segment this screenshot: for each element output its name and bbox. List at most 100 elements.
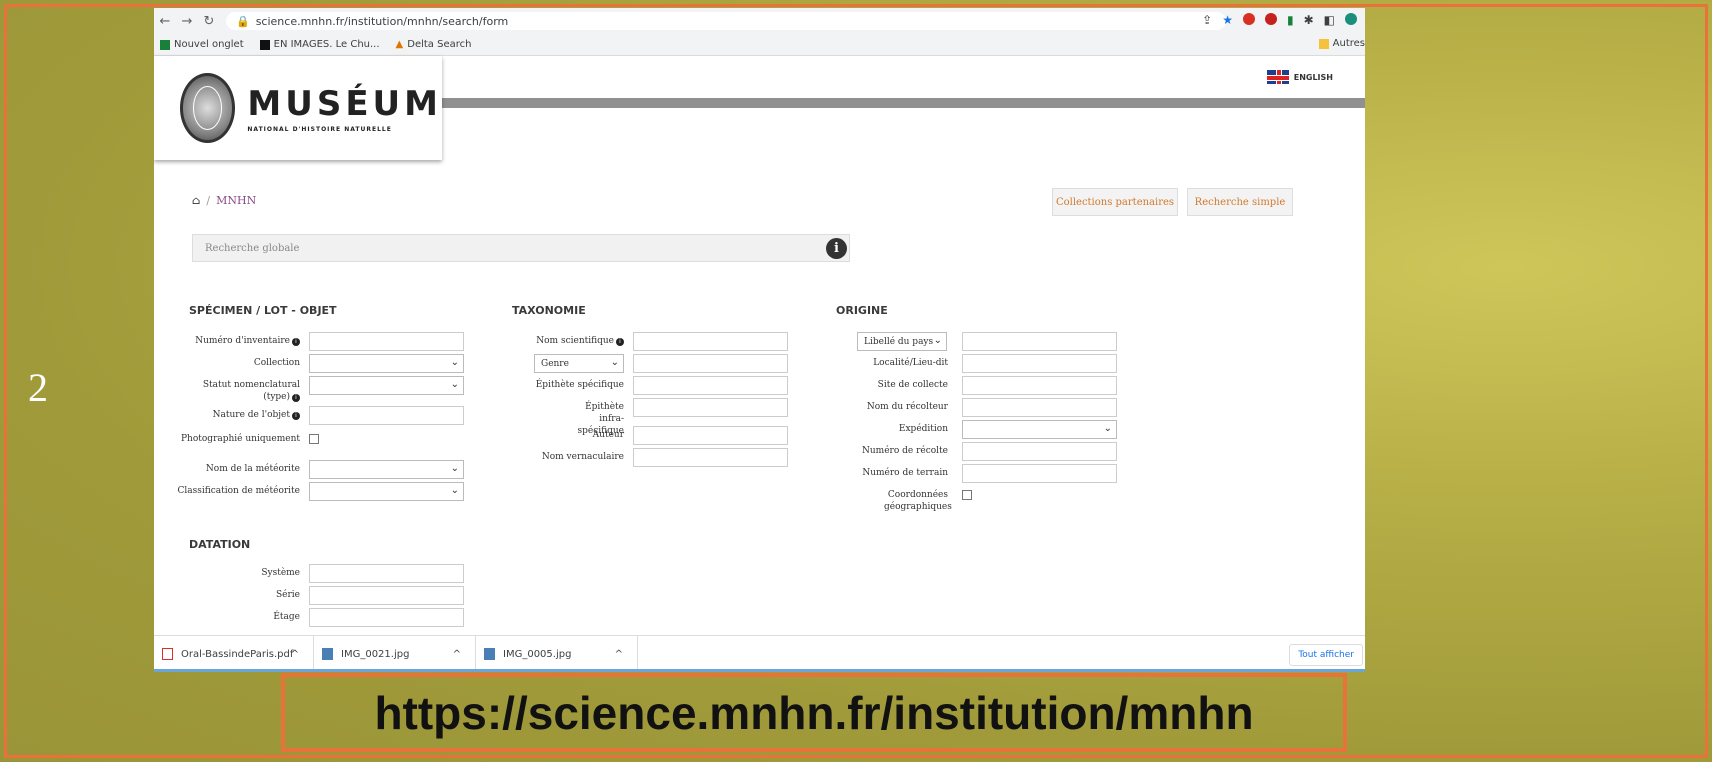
photographed-checkbox[interactable] bbox=[309, 434, 319, 444]
chevron-up-icon[interactable]: ^ bbox=[453, 649, 461, 660]
specific-epithet-label: Épithète spécifique bbox=[535, 380, 624, 390]
share-icon[interactable]: ⇪ bbox=[1202, 13, 1212, 27]
image-icon bbox=[322, 648, 333, 660]
collection-label: Collection bbox=[253, 358, 300, 368]
profile-avatar[interactable] bbox=[1345, 13, 1357, 25]
genus-row: Genre ⌄ bbox=[534, 354, 788, 373]
reload-icon[interactable]: ↻ bbox=[198, 14, 220, 29]
url-caption: https://science.mnhn.fr/institution/mnhn bbox=[281, 673, 1347, 752]
system-input[interactable] bbox=[309, 564, 464, 583]
collection-row: Collection ⌄ bbox=[174, 354, 464, 373]
logo-subtitle: NATIONAL D'HISTOIRE NATURELLE bbox=[247, 125, 392, 133]
inventory-number-input[interactable] bbox=[309, 332, 464, 351]
extension-adblock-icon[interactable] bbox=[1264, 13, 1277, 25]
harvest-number-label: Numéro de récolte bbox=[862, 446, 948, 456]
museum-logo[interactable]: MUSÉUM NATIONAL D'HISTOIRE NATURELLE bbox=[154, 56, 442, 160]
home-icon[interactable]: ⌂ bbox=[192, 194, 200, 207]
downloads-bar: Oral-BassindeParis.pdf ^ IMG_0021.jpg ^ … bbox=[154, 635, 1365, 669]
collection-site-input[interactable] bbox=[962, 376, 1117, 395]
collection-site-row: Site de collecte bbox=[814, 376, 1117, 395]
url-field[interactable]: 🔒 science.mnhn.fr/institution/mnhn/searc… bbox=[226, 12, 1226, 30]
collector-name-input[interactable] bbox=[962, 398, 1117, 417]
slide-number: 2 bbox=[28, 365, 48, 410]
chevron-down-icon: ⌄ bbox=[610, 357, 619, 368]
bookmark-item[interactable]: ▲ Delta Search bbox=[396, 39, 472, 50]
country-input[interactable] bbox=[962, 332, 1117, 351]
nomenclature-status-select[interactable]: ⌄ bbox=[309, 376, 464, 395]
language-switch[interactable]: ENGLISH bbox=[1266, 70, 1333, 84]
collection-select[interactable]: ⌄ bbox=[309, 354, 464, 373]
harvest-number-row: Numéro de récolte bbox=[814, 442, 1117, 461]
locality-row: Localité/Lieu-dit bbox=[814, 354, 1117, 373]
pdf-icon bbox=[162, 648, 173, 660]
breadcrumb-current[interactable]: MNHN bbox=[216, 194, 256, 207]
author-label: Auteur bbox=[592, 430, 624, 440]
rank-select[interactable]: Genre ⌄ bbox=[534, 354, 624, 373]
stage-label: Étage bbox=[273, 612, 300, 622]
meteorite-classification-label: Classification de météorite bbox=[177, 486, 300, 496]
chevron-down-icon: ⌄ bbox=[450, 463, 459, 474]
collector-name-label: Nom du récolteur bbox=[866, 402, 948, 412]
chevron-down-icon: ⌄ bbox=[450, 357, 459, 368]
seal-icon bbox=[180, 73, 236, 143]
header-band bbox=[432, 98, 1365, 108]
info-icon[interactable]: i bbox=[292, 394, 300, 402]
extension-red-icon[interactable] bbox=[1242, 13, 1255, 25]
info-icon[interactable]: i bbox=[826, 238, 847, 259]
geo-coordinates-checkbox[interactable] bbox=[962, 490, 972, 500]
meteorite-name-select[interactable]: ⌄ bbox=[309, 460, 464, 479]
expedition-row: Expédition ⌄ bbox=[814, 420, 1117, 439]
bookmarks-bar: Nouvel onglet EN IMAGES. Le Chu... ▲ Del… bbox=[154, 34, 1365, 56]
info-icon[interactable]: i bbox=[616, 338, 624, 346]
specific-epithet-row: Épithète spécifique bbox=[484, 376, 788, 395]
author-row: Auteur bbox=[484, 426, 788, 445]
sidepanel-icon[interactable]: ◧ bbox=[1324, 13, 1335, 27]
section-origin-title: ORIGINE bbox=[836, 304, 888, 317]
field-number-row: Numéro de terrain bbox=[814, 464, 1117, 483]
meteorite-classification-select[interactable]: ⌄ bbox=[309, 482, 464, 501]
download-item[interactable]: IMG_0021.jpg ^ bbox=[314, 635, 476, 669]
partner-collections-button[interactable]: Collections partenaires bbox=[1052, 188, 1178, 216]
photographed-row: Photographié uniquement bbox=[174, 430, 319, 445]
lock-icon: 🔒 bbox=[236, 14, 250, 28]
info-icon[interactable]: i bbox=[292, 412, 300, 420]
series-label: Série bbox=[276, 590, 300, 600]
chevron-up-icon[interactable]: ^ bbox=[615, 649, 623, 660]
specific-epithet-input[interactable] bbox=[633, 376, 788, 395]
info-icon[interactable]: i bbox=[292, 338, 300, 346]
global-search-input[interactable]: Recherche globale i bbox=[192, 234, 850, 262]
stage-input[interactable] bbox=[309, 608, 464, 627]
infraspecific-epithet-input[interactable] bbox=[633, 398, 788, 417]
object-nature-input[interactable] bbox=[309, 406, 464, 425]
download-item[interactable]: Oral-BassindeParis.pdf ^ bbox=[154, 635, 314, 669]
star-icon[interactable]: ★ bbox=[1222, 13, 1233, 27]
chevron-down-icon: ⌄ bbox=[450, 485, 459, 496]
forward-icon[interactable]: → bbox=[176, 14, 198, 29]
geo-coordinates-row: Coordonnées géographiques bbox=[814, 486, 972, 513]
series-row: Série bbox=[174, 586, 464, 605]
bookmark-item[interactable]: EN IMAGES. Le Chu... bbox=[259, 39, 380, 50]
extension-icons: ⇪ ★ ▮ ✱ ◧ bbox=[1202, 13, 1357, 27]
simple-search-button[interactable]: Recherche simple bbox=[1187, 188, 1293, 216]
harvest-number-input[interactable] bbox=[962, 442, 1117, 461]
field-number-input[interactable] bbox=[962, 464, 1117, 483]
system-row: Système bbox=[174, 564, 464, 583]
back-icon[interactable]: ← bbox=[154, 14, 176, 29]
locality-input[interactable] bbox=[962, 354, 1117, 373]
vernacular-name-input[interactable] bbox=[633, 448, 788, 467]
bookmark-item[interactable]: Nouvel onglet bbox=[160, 39, 244, 50]
author-input[interactable] bbox=[633, 426, 788, 445]
chevron-up-icon[interactable]: ^ bbox=[291, 649, 299, 660]
download-item[interactable]: IMG_0005.jpg ^ bbox=[476, 635, 638, 669]
expedition-select[interactable]: ⌄ bbox=[962, 420, 1117, 439]
series-input[interactable] bbox=[309, 586, 464, 605]
show-all-button[interactable]: Tout afficher bbox=[1289, 644, 1363, 666]
scientific-name-input[interactable] bbox=[633, 332, 788, 351]
object-nature-row: Nature de l'objet i bbox=[174, 406, 464, 425]
puzzle-icon[interactable]: ✱ bbox=[1304, 13, 1314, 27]
bookmarks-other[interactable]: Autres bbox=[1318, 38, 1365, 49]
country-type-select[interactable]: Libellé du pays ⌄ bbox=[857, 332, 947, 351]
extension-green-icon[interactable]: ▮ bbox=[1287, 13, 1294, 27]
genus-input[interactable] bbox=[633, 354, 788, 373]
folder-icon bbox=[1318, 38, 1329, 49]
